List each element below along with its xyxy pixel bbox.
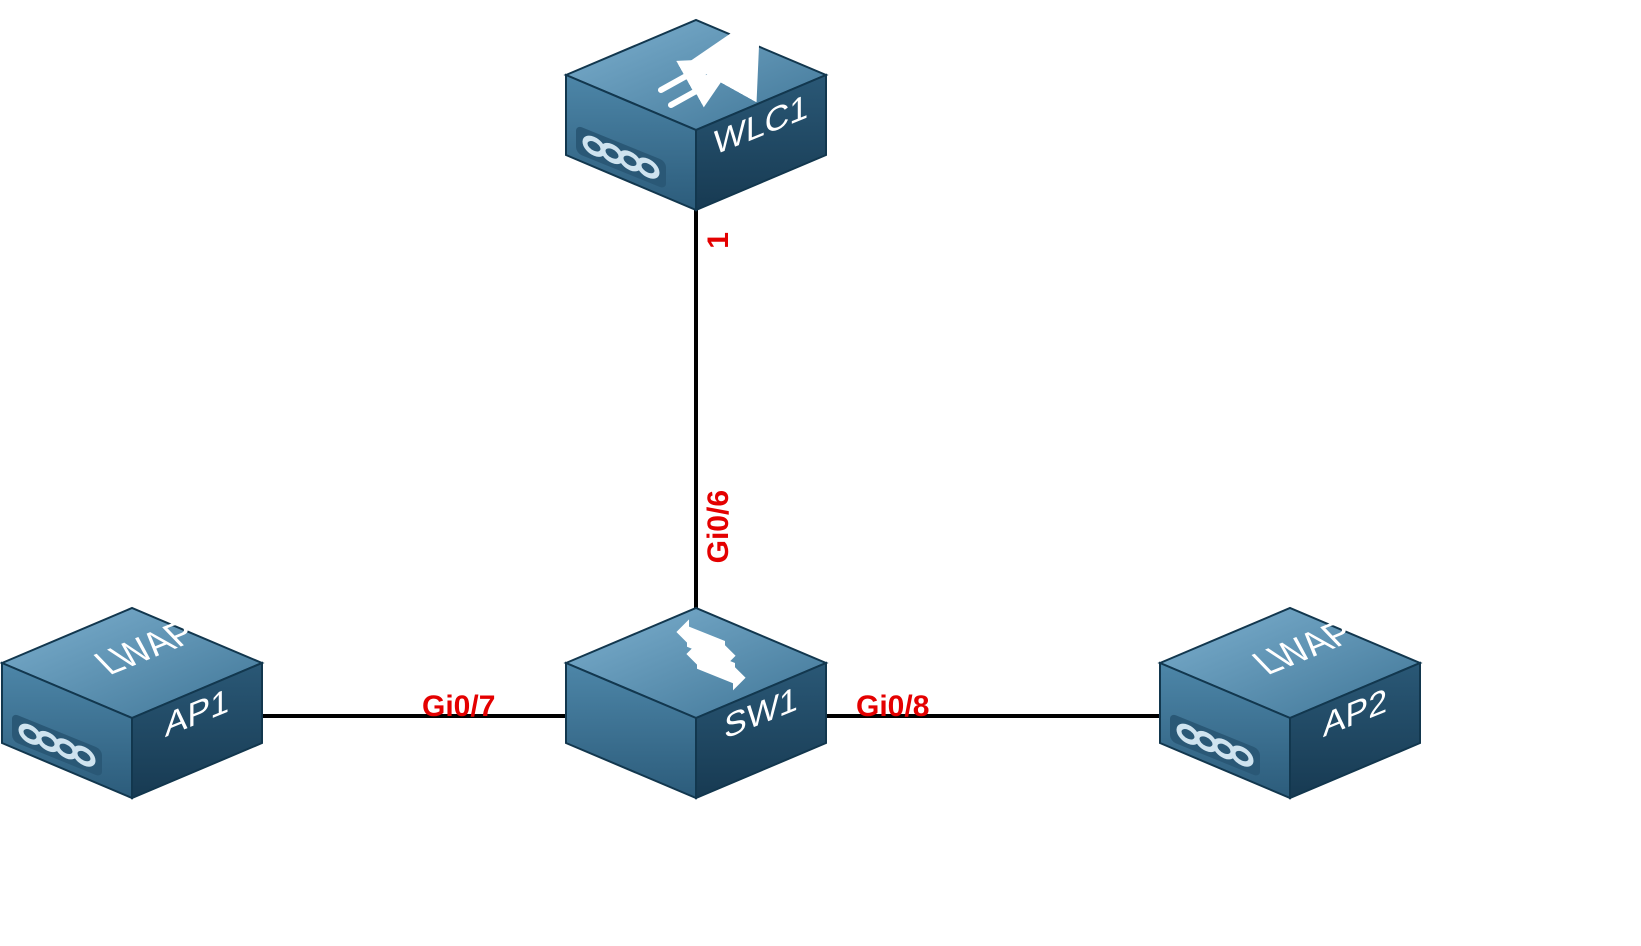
device-ap2: LWAP AP2 bbox=[1160, 608, 1420, 798]
port-sw1-gi07: Gi0/7 bbox=[422, 690, 495, 724]
link-wlc1-sw1 bbox=[694, 200, 698, 640]
device-wlc1: WLC1 bbox=[566, 20, 826, 210]
diagram-canvas: 1 Gi0/6 Gi0/7 Gi0/8 bbox=[0, 0, 1641, 946]
port-sw1-gi06: Gi0/6 bbox=[702, 490, 736, 563]
link-ap1-sw1 bbox=[230, 714, 590, 718]
device-ap1: LWAP AP1 bbox=[2, 608, 262, 798]
port-wlc1-1: 1 bbox=[702, 232, 736, 249]
device-sw1: SW1 bbox=[566, 608, 826, 798]
port-sw1-gi08: Gi0/8 bbox=[856, 690, 929, 724]
